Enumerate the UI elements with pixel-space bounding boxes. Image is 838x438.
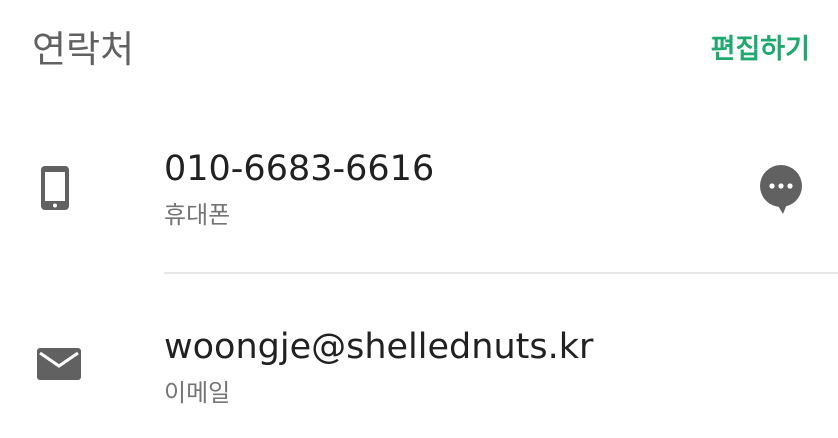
divider: [164, 272, 838, 274]
phone-number: 010-6683-6616: [164, 149, 435, 189]
mail-icon: [36, 346, 82, 386]
contact-row-phone[interactable]: 010-6683-6616 휴대폰: [0, 140, 838, 250]
page-title: 연락처: [32, 28, 135, 71]
smartphone-icon: [36, 164, 74, 216]
email-type-label: 이메일: [164, 379, 231, 407]
edit-button[interactable]: 편집하기: [711, 29, 810, 71]
email-address: woongje@shellednuts.kr: [164, 327, 594, 367]
contact-row-email[interactable]: woongje@shellednuts.kr 이메일: [0, 318, 838, 428]
phone-type-label: 휴대폰: [164, 201, 231, 229]
chat-bubble-icon[interactable]: [757, 162, 805, 222]
